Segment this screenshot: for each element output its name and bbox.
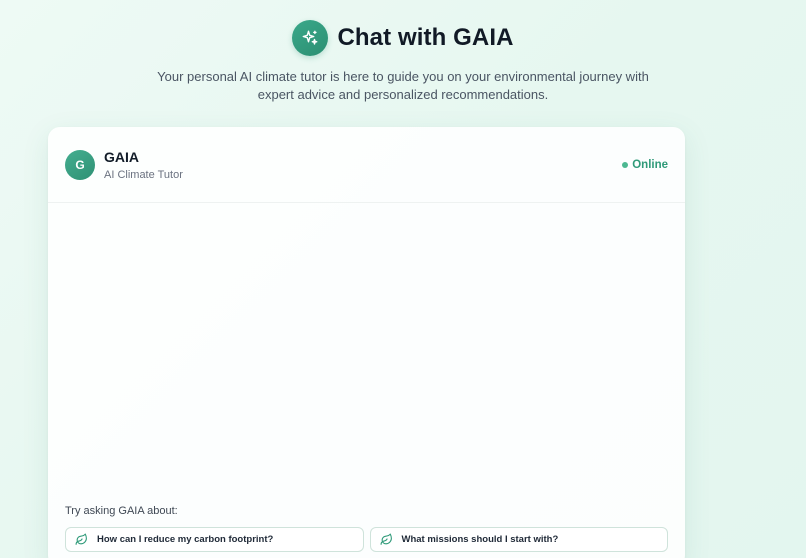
chat-panel: G GAIA AI Climate Tutor Online Try askin… [48, 127, 685, 558]
status-label: Online [632, 158, 668, 171]
suggestion-carbon-footprint[interactable]: How can I reduce my carbon footprint? [65, 527, 364, 552]
agent-role: AI Climate Tutor [104, 168, 183, 181]
leaf-icon [75, 533, 88, 546]
page-header: Chat with GAIA [0, 20, 806, 56]
suggestion-label: What missions should I start with? [401, 534, 559, 545]
status-badge: Online [622, 159, 668, 171]
subtitle-line-1: Your personal AI climate tutor is here t… [157, 69, 649, 84]
status-dot-icon [622, 161, 629, 168]
sparkles-icon [292, 20, 329, 56]
avatar: G [65, 149, 95, 180]
suggestion-missions[interactable]: What missions should I start with? [369, 527, 668, 552]
page-title: Chat with GAIA [337, 24, 514, 51]
chat-header: G GAIA AI Climate Tutor Online [48, 127, 685, 203]
page-subtitle: Your personal AI climate tutor is here t… [0, 68, 806, 104]
page: Chat with GAIA Your personal AI climate … [0, 0, 806, 558]
suggestions-label: Try asking GAIA about: [65, 505, 178, 517]
agent-info: GAIA AI Climate Tutor [104, 149, 183, 181]
message-area[interactable] [48, 203, 685, 493]
leaf-icon [380, 533, 393, 546]
subtitle-line-2: expert advice and personalized recommend… [257, 87, 549, 102]
suggestion-label: How can I reduce my carbon footprint? [97, 534, 274, 545]
agent-name: GAIA [104, 148, 139, 165]
suggestion-list: How can I reduce my carbon footprint? Wh… [65, 527, 668, 552]
